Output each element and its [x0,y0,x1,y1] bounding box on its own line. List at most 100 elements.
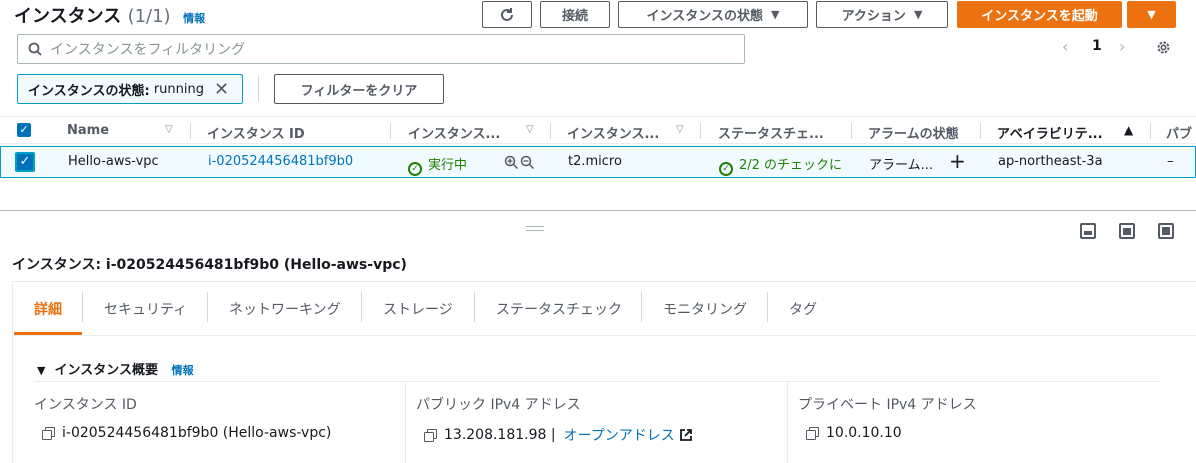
column-divider [700,123,701,139]
instance-state-label: インスタンスの状態 [646,9,763,24]
section-info-link[interactable]: 情報 [172,364,194,377]
copy-icon[interactable] [424,429,437,442]
search-placeholder: インスタンスをフィルタリング [50,42,246,58]
cell-public-ip: – [1167,154,1174,169]
tab-divider [641,292,642,322]
column-header-alarm-state[interactable]: アラームの状態 [868,123,959,142]
remove-filter-icon[interactable]: ✕ [214,79,229,100]
next-page-icon[interactable]: › [1119,37,1125,56]
page-number[interactable]: 1 [1092,38,1102,54]
tab-security[interactable]: セキュリティ [104,299,187,319]
selection-count: (1/1) [127,6,171,27]
tab-status-checks[interactable]: ステータスチェック [496,299,622,319]
panel-full-icon[interactable] [1158,223,1174,239]
cell-status-check: ✓ 2/2 のチェックに [719,154,842,176]
column-header-instance-state[interactable]: インスタンス... [408,123,500,142]
field-value-public-ip: 13.208.181.98 | オープンアドレス [424,425,693,445]
launch-instance-button[interactable]: インスタンスを起動 [957,1,1122,28]
sort-ascending-icon[interactable]: ▲ [1124,123,1133,137]
tabs-bottom-border [12,335,1196,336]
tab-divider [361,292,362,322]
tab-tags[interactable]: タグ [789,299,817,319]
section-header[interactable]: ▼ インスタンス概要 情報 [37,359,194,378]
field-label-private-ip: プライベート IPv4 アドレス [798,397,977,413]
column-header-availability-zone[interactable]: アベイラビリテ... [997,123,1103,142]
detail-title: インスタンス: i-020524456481bf9b0 (Hello-aws-v… [12,257,407,273]
caret-down-icon: ▼ [1147,8,1156,21]
tab-monitoring[interactable]: モニタリング [663,299,747,319]
cell-availability-zone: ap-northeast-3a [998,154,1103,169]
column-divider [390,123,391,139]
gear-icon[interactable] [1155,39,1172,56]
search-icon [28,42,42,56]
caret-down-icon: ▼ [913,8,923,21]
open-address-link[interactable]: オープンアドレス [564,425,675,445]
cell-name: Hello-aws-vpc [68,154,159,169]
filter-value: running [153,81,204,97]
panel-bottom-icon[interactable] [1080,223,1096,239]
tab-networking[interactable]: ネットワーキング [229,299,341,319]
refresh-button[interactable] [482,1,532,28]
zoom-out-icon[interactable] [520,155,535,170]
row-checkbox[interactable]: ✓ [15,152,35,172]
copy-icon[interactable] [42,427,55,440]
filter-key: インスタンスの状態: [28,83,150,99]
collapse-caret-icon[interactable]: ▼ [37,364,45,377]
tab-divider [82,292,83,322]
instance-state-dropdown[interactable]: インスタンスの状態 ▼ [618,1,808,28]
field-label-instance-id: インスタンス ID [34,397,137,413]
clear-filters-button[interactable]: フィルターをクリア [274,74,444,104]
tab-divider [474,292,475,322]
filter-token: インスタンスの状態: running ✕ [17,74,243,104]
cell-instance-state: ✓ 実行中 [408,154,467,176]
status-check-text: 2/2 のチェックに [739,158,843,173]
column-divider [787,382,788,463]
sort-icon[interactable]: ▽ [165,124,173,135]
cell-instance-type: t2.micro [568,154,622,169]
add-alarm-icon[interactable]: + [949,149,966,173]
private-ip-value: 10.0.10.10 [826,425,902,441]
instance-state-text: 実行中 [428,158,468,173]
table-header: ✓ Name ▽ インスタンス ID インスタンス... ▽ インスタンス...… [0,116,1196,144]
search-input[interactable]: インスタンスをフィルタリング [17,34,745,64]
resize-handle-icon[interactable] [526,226,544,231]
instance-id-value: i-020524456481bf9b0 (Hello-aws-vpc) [62,425,332,441]
panel-half-icon[interactable] [1119,223,1135,239]
page-title-text: インスタンス [14,6,122,27]
actions-label: アクション [841,9,906,24]
section-title: インスタンス概要 [54,363,159,378]
column-header-instance-id[interactable]: インスタンス ID [207,123,305,142]
success-icon: ✓ [408,162,422,176]
page-title: インスタンス (1/1) 情報 [14,2,205,28]
launch-options-button[interactable]: ▼ [1127,1,1176,28]
tab-details[interactable]: 詳細 [34,299,62,319]
column-header-status-check[interactable]: ステータスチェ... [718,123,824,142]
column-header-name[interactable]: Name [67,123,109,138]
tab-storage[interactable]: ストレージ [383,299,453,319]
caret-down-icon: ▼ [771,8,780,21]
column-divider [405,382,406,463]
info-link[interactable]: 情報 [183,12,205,25]
sort-icon[interactable]: ▽ [676,124,684,135]
section-divider [34,381,1160,382]
cell-instance-id[interactable]: i-020524456481bf9b0 [208,154,353,169]
column-divider [190,123,191,139]
zoom-in-icon[interactable] [504,155,519,170]
prev-page-icon[interactable]: ‹ [1062,37,1068,56]
column-header-public-ip[interactable]: パブ [1166,123,1192,142]
public-ip-value: 13.208.181.98 | [444,427,556,443]
split-divider [0,210,1196,211]
copy-icon[interactable] [806,427,819,440]
column-header-instance-type[interactable]: インスタンス... [567,123,659,142]
tab-divider [767,292,768,322]
sort-icon[interactable]: ▽ [526,124,534,135]
table-row[interactable]: ✓ Hello-aws-vpc i-020524456481bf9b0 ✓ 実行中… [0,146,1196,178]
cell-alarm-state: アラーム... [869,158,934,173]
actions-dropdown[interactable]: アクション ▼ [816,1,948,28]
refresh-icon [501,7,513,21]
select-all-checkbox[interactable]: ✓ [17,123,31,137]
field-value-private-ip: 10.0.10.10 [806,425,902,441]
column-divider [550,123,551,139]
external-link-icon[interactable] [679,428,693,442]
connect-button[interactable]: 接続 [540,1,610,28]
